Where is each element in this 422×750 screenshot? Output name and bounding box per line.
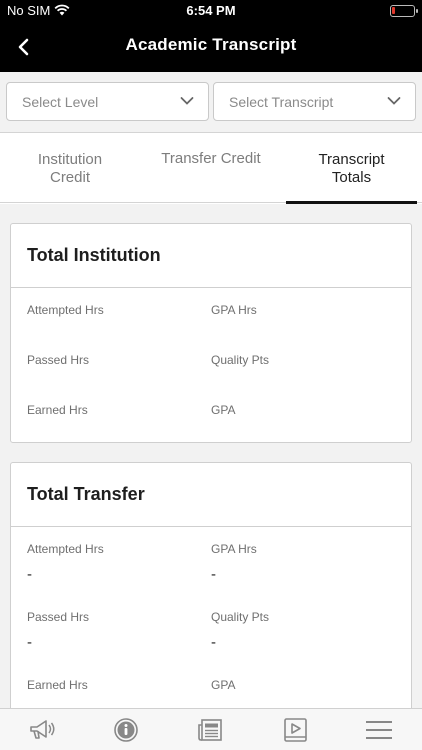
field-label: Quality Pts [211,353,270,367]
bottom-tab-bar [0,708,422,750]
earned-hrs-field: Earned Hrs [27,403,88,417]
field-label: Passed Hrs [27,353,90,367]
page-title: Academic Transcript [125,35,297,54]
field-label: Quality Pts [211,610,270,624]
gpa-field: GPA [211,678,235,692]
field-label: GPA Hrs [211,542,257,556]
news-icon[interactable] [195,716,225,744]
field-value: - [27,634,32,651]
level-select[interactable]: Select Level [6,82,209,121]
transcript-select-label: Select Transcript [229,94,334,110]
field-label: Passed Hrs [27,610,90,624]
tab-label-line: Transcript [318,150,385,168]
tab-label-line: Totals [331,168,372,186]
field-value: - [27,566,32,583]
earned-hrs-field: Earned Hrs [27,678,88,692]
megaphone-icon[interactable] [27,716,57,744]
menu-icon[interactable] [364,716,394,744]
total-institution-card: Total Institution Attempted Hrs GPA Hrs … [10,223,412,443]
field-label: GPA [211,403,236,417]
tab-transcript-totals[interactable]: Transcript Totals [286,134,417,204]
clock-label: 6:54 PM [186,3,236,18]
tab-label-line: Institution [37,150,103,168]
gpa-hrs-field: GPA Hrs - [211,542,257,583]
tab-label-line: Transfer Credit [161,149,261,167]
passed-hrs-field: Passed Hrs [27,353,89,367]
content-area: Total Institution Attempted Hrs GPA Hrs … [0,204,422,708]
card-header: Total Institution [11,224,411,288]
top-header: No SIM 6:54 PM Academic Transcript [0,0,422,72]
gpa-hrs-field: GPA Hrs [211,303,257,317]
field-label: Earned Hrs [27,403,88,417]
card-title: Total Transfer [27,484,145,504]
chevron-down-icon [387,97,401,105]
quality-pts-field: Quality Pts [211,353,269,367]
level-select-label: Select Level [22,94,99,110]
total-transfer-card: Total Transfer Attempted Hrs - GPA Hrs -… [10,462,412,708]
field-label: GPA Hrs [211,303,257,317]
tab-transfer-credit[interactable]: Transfer Credit [140,134,282,203]
card-title: Total Institution [27,245,161,265]
attempted-hrs-field: Attempted Hrs [27,303,104,317]
video-icon[interactable] [280,716,310,744]
chevron-down-icon [180,97,194,105]
quality-pts-field: Quality Pts - [211,610,269,651]
field-label: Earned Hrs [27,678,88,692]
status-bar: No SIM 6:54 PM [0,0,422,22]
attempted-hrs-field: Attempted Hrs - [27,542,104,583]
tab-label-line: Credit [49,168,90,186]
field-label: Attempted Hrs [27,303,104,317]
battery-icon [390,5,418,17]
nav-bar: Academic Transcript [0,22,422,72]
transcript-select[interactable]: Select Transcript [213,82,416,121]
passed-hrs-field: Passed Hrs - [27,610,89,651]
tab-strip: Institution Credit Transfer Credit Trans… [0,134,422,204]
card-header: Total Transfer [11,463,411,527]
field-label: GPA [211,678,236,692]
info-icon[interactable] [111,716,141,744]
filter-bar: Select Level Select Transcript [0,72,422,133]
gpa-field: GPA [211,403,235,417]
battery-level [392,7,395,14]
field-value: - [211,566,216,583]
field-value: - [211,634,216,651]
tab-institution-credit[interactable]: Institution Credit [0,134,140,203]
field-label: Attempted Hrs [27,542,104,556]
